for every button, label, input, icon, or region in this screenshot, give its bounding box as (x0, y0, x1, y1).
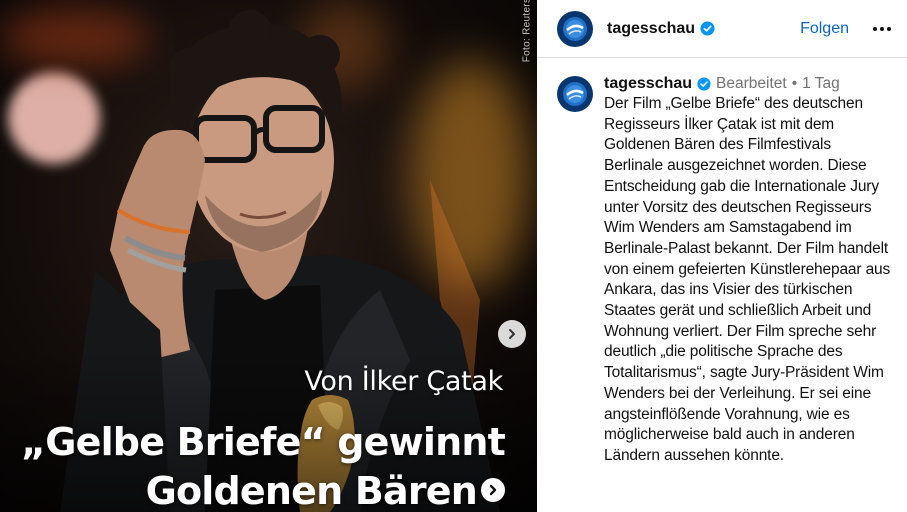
header-username[interactable]: tagesschau (607, 20, 695, 38)
ellipsis-icon[interactable] (869, 23, 895, 35)
post-panel: tagesschau Folgen tagesschau Bearbeitet … (537, 0, 907, 512)
overlay-headline: „Gelbe Briefe“ gewinnt Goldenen Bären (0, 418, 506, 512)
post-time[interactable]: 1 Tag (802, 74, 840, 94)
photo-credit: Foto: Reuters (521, 0, 532, 63)
next-slide-button[interactable] (498, 320, 526, 348)
post-media[interactable]: Foto: Reuters Von İlker Çatak „Gelbe Bri… (0, 0, 537, 512)
edited-label: Bearbeitet (716, 75, 787, 92)
avatar[interactable] (557, 10, 593, 47)
caption-avatar[interactable] (557, 76, 593, 112)
post-caption: tagesschau Bearbeitet • 1 Tag Der Film „… (537, 58, 907, 467)
caption-text: Der Film „Gelbe Briefe“ des deutschen Re… (604, 95, 891, 464)
post-header: tagesschau Folgen (537, 0, 907, 58)
tagesschau-logo-icon (563, 82, 587, 106)
overlay-headline-line1: „Gelbe Briefe“ gewinnt (21, 420, 506, 464)
meta-separator: • (791, 75, 798, 92)
caption-username[interactable]: tagesschau (604, 74, 692, 94)
overlay-headline-line2-wrap: Goldenen Bären (0, 467, 505, 512)
caption-meta: tagesschau Bearbeitet • 1 Tag (604, 74, 895, 94)
tagesschau-logo-icon (563, 16, 587, 41)
caption-body: tagesschau Bearbeitet • 1 Tag Der Film „… (604, 74, 895, 467)
verified-badge-icon (700, 21, 715, 36)
verified-badge-icon (697, 77, 711, 91)
chevron-right-icon (509, 329, 515, 339)
arrow-circle-icon (481, 477, 505, 502)
follow-button[interactable]: Folgen (800, 20, 849, 38)
overlay-subtitle: Von İlker Çatak (304, 366, 503, 397)
overlay-headline-line2: Goldenen Bären (145, 469, 478, 512)
